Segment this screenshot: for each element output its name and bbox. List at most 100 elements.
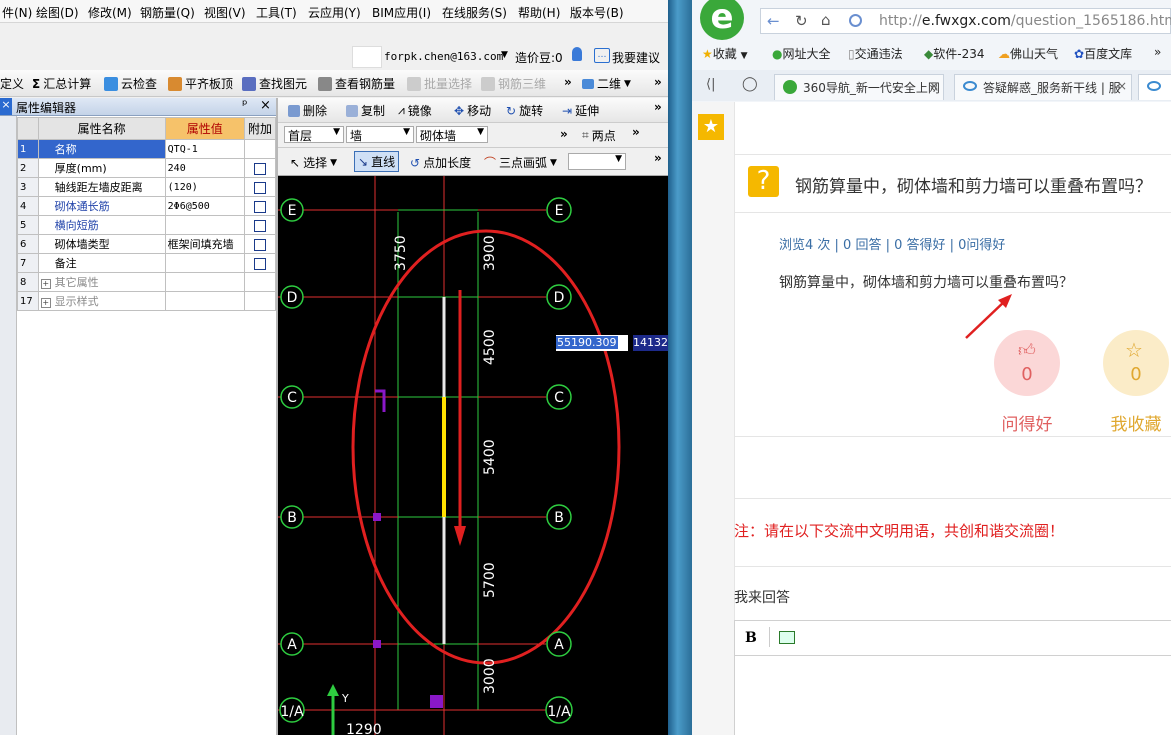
cloud-check-button[interactable]: 云检查 (104, 75, 157, 92)
more-chevron-icon[interactable]: » (1154, 45, 1161, 59)
table-row[interactable]: 5 横向短筋 (17, 215, 277, 235)
line-tool-button[interactable]: ↘ 直线 (354, 151, 400, 172)
menu-version[interactable]: 版本号(B) (570, 4, 624, 21)
table-row[interactable]: 6 砌体墙类型 框架间填充墙 (17, 234, 277, 254)
bookmark-site-directory[interactable]: ●网址大全 (772, 45, 831, 62)
tab-scroll-left-icon[interactable]: ⟨| (706, 77, 715, 92)
arc-tool-button[interactable]: ⌒ 三点画弧 ▼ (484, 154, 557, 171)
batch-select-button[interactable]: 批量选择 (407, 75, 472, 92)
select-tool-button[interactable]: ↖ 选择 ▼ (290, 154, 337, 171)
menu-rebar-quantity[interactable]: 钢筋量(Q) (140, 4, 195, 21)
more-chevron-icon[interactable]: » (560, 127, 568, 141)
cloud-icon[interactable]: ◯ (742, 76, 758, 92)
property-value-input[interactable]: 2Φ6@500 (164, 196, 245, 216)
table-row[interactable]: 1 名称 QTQ-1 (17, 139, 277, 159)
notification-icon[interactable] (572, 47, 582, 61)
expand-plus-icon[interactable]: + (40, 279, 51, 289)
table-row[interactable]: 4 砌体通长筋 2Φ6@500 (17, 196, 277, 216)
attach-checkbox[interactable] (253, 200, 266, 213)
bookmark-favorites[interactable]: ★收藏 ▼ (702, 45, 748, 62)
bookmark-baidu-wenku[interactable]: ✿百度文库 (1074, 45, 1132, 62)
property-value-input[interactable]: QTQ-1 (164, 139, 245, 159)
more-chevron-icon[interactable]: » (564, 75, 572, 89)
menu-help[interactable]: 帮助(H) (518, 4, 560, 21)
property-value-input[interactable]: (120) (164, 177, 245, 197)
star-icon[interactable]: ★ (698, 114, 724, 140)
chevron-down-icon[interactable]: ▼ (501, 50, 508, 60)
view-rebar-button[interactable]: 查看钢筋量 (318, 75, 395, 92)
suggest-link[interactable]: 我要建议 (612, 49, 660, 66)
favorite-button[interactable]: ☆ 0 (1103, 330, 1169, 396)
move-button[interactable]: ✥ 移动 (454, 102, 491, 119)
bookmark-software[interactable]: ◆软件-234 (924, 45, 984, 62)
property-group[interactable]: + 其它属性 (37, 272, 166, 292)
attach-checkbox[interactable] (253, 238, 266, 251)
tab-close-icon[interactable]: × (1117, 79, 1127, 93)
table-row[interactable]: 2 厚度(mm) 240 (17, 158, 277, 178)
menu-online-service[interactable]: 在线服务(S) (442, 4, 507, 21)
tab-360-nav[interactable]: 360导航_新一代安全上网 × (774, 74, 944, 100)
pin-icon[interactable]: ᵖ (242, 98, 248, 113)
coord-y-input[interactable]: 14132 (633, 335, 668, 351)
property-group[interactable]: + 显示样式 (37, 291, 166, 311)
menu-bim[interactable]: BIM应用(I) (372, 4, 431, 21)
view-mode-select[interactable]: 二维 ▼ (582, 75, 631, 92)
tab-fwxgx-qa[interactable]: 答疑解惑_服务新干线 | 服 × (954, 74, 1132, 100)
attach-checkbox[interactable] (253, 181, 266, 194)
menu-cloud[interactable]: 云应用(Y) (308, 4, 361, 21)
expand-plus-icon[interactable]: + (40, 298, 51, 308)
menu-file[interactable]: 件(N) (2, 4, 32, 21)
table-row[interactable]: 8 + 其它属性 (17, 272, 277, 292)
attach-checkbox[interactable] (253, 257, 266, 270)
floor-select[interactable]: 首层 ▼ (284, 126, 344, 143)
attach-checkbox[interactable] (253, 162, 266, 175)
answer-editor[interactable]: B (734, 620, 1171, 735)
property-value-input[interactable] (164, 253, 245, 273)
menu-tools[interactable]: 工具(T) (256, 4, 297, 21)
mirror-button[interactable]: ⩘ 镜像 (398, 102, 432, 119)
element-subtype-select[interactable]: 砌体墙 ▼ (416, 126, 488, 143)
define-button[interactable]: 定义 (0, 75, 24, 92)
tab-close-icon[interactable]: × (929, 79, 939, 93)
property-value-input[interactable]: 框架间填充墙 (164, 234, 245, 254)
account-email[interactable]: forpk.chen@163.com (384, 50, 503, 63)
summary-button[interactable]: Σ 汇总计算 (32, 75, 91, 92)
more-chevron-icon[interactable]: » (632, 125, 640, 139)
bookmark-weather[interactable]: ☁佛山天气 (998, 45, 1058, 62)
table-row[interactable]: 17 + 显示样式 (17, 291, 277, 311)
two-point-button[interactable]: ⌗ 两点 (582, 127, 616, 144)
find-element-button[interactable]: 查找图元 (242, 75, 307, 92)
bold-button[interactable]: B (745, 630, 757, 646)
home-icon[interactable]: ⌂ (821, 11, 831, 29)
image-icon[interactable] (779, 631, 795, 644)
coord-x-input[interactable]: 55190.309 (556, 335, 628, 351)
bookmark-traffic[interactable]: ▯交通违法 (848, 45, 903, 62)
delete-button[interactable]: 删除 (288, 102, 327, 119)
tab-active[interactable] (1138, 74, 1171, 100)
blank-select[interactable]: ▼ (568, 153, 626, 170)
panel-close-icon[interactable]: × (260, 98, 271, 113)
more-chevron-icon[interactable]: » (654, 75, 662, 89)
element-type-select[interactable]: 墙 ▼ (346, 126, 414, 143)
property-value-input[interactable]: 240 (164, 158, 245, 178)
copy-button[interactable]: 复制 (346, 102, 385, 119)
table-row[interactable]: 7 备注 (17, 253, 277, 273)
menu-modify[interactable]: 修改(M) (88, 4, 132, 21)
question-stats[interactable]: 浏览4 次 | 0 回答 | 0 答得好 | 0问得好 (779, 234, 1005, 253)
table-row[interactable]: 3 轴线距左墙皮距离 (120) (17, 177, 277, 197)
point-length-button[interactable]: ↺ 点加长度 (410, 154, 471, 171)
rebar-3d-button[interactable]: 钢筋三维 (481, 75, 546, 92)
close-icon[interactable]: × (0, 98, 12, 115)
more-chevron-icon[interactable]: » (654, 151, 662, 165)
rotate-button[interactable]: ↻ 旋转 (506, 102, 543, 119)
drawing-canvas[interactable]: Y E D C B A 1/A E D C B A 1/A 3750 3900 … (278, 176, 668, 735)
url-text[interactable]: http://e.fwxgx.com/question_1565186.html (879, 13, 1171, 29)
menu-draw[interactable]: 绘图(D) (36, 4, 79, 21)
menu-view[interactable]: 视图(V) (204, 4, 246, 21)
property-value-input[interactable] (164, 215, 245, 235)
address-bar[interactable]: ← ↻ ⌂ http://e.fwxgx.com/question_156518… (760, 8, 1171, 34)
more-chevron-icon[interactable]: » (654, 100, 662, 114)
extend-button[interactable]: ⇥ 延伸 (562, 102, 599, 119)
like-button[interactable]: 👍︎ 0 (994, 330, 1060, 396)
level-top-button[interactable]: 平齐板顶 (168, 75, 233, 92)
